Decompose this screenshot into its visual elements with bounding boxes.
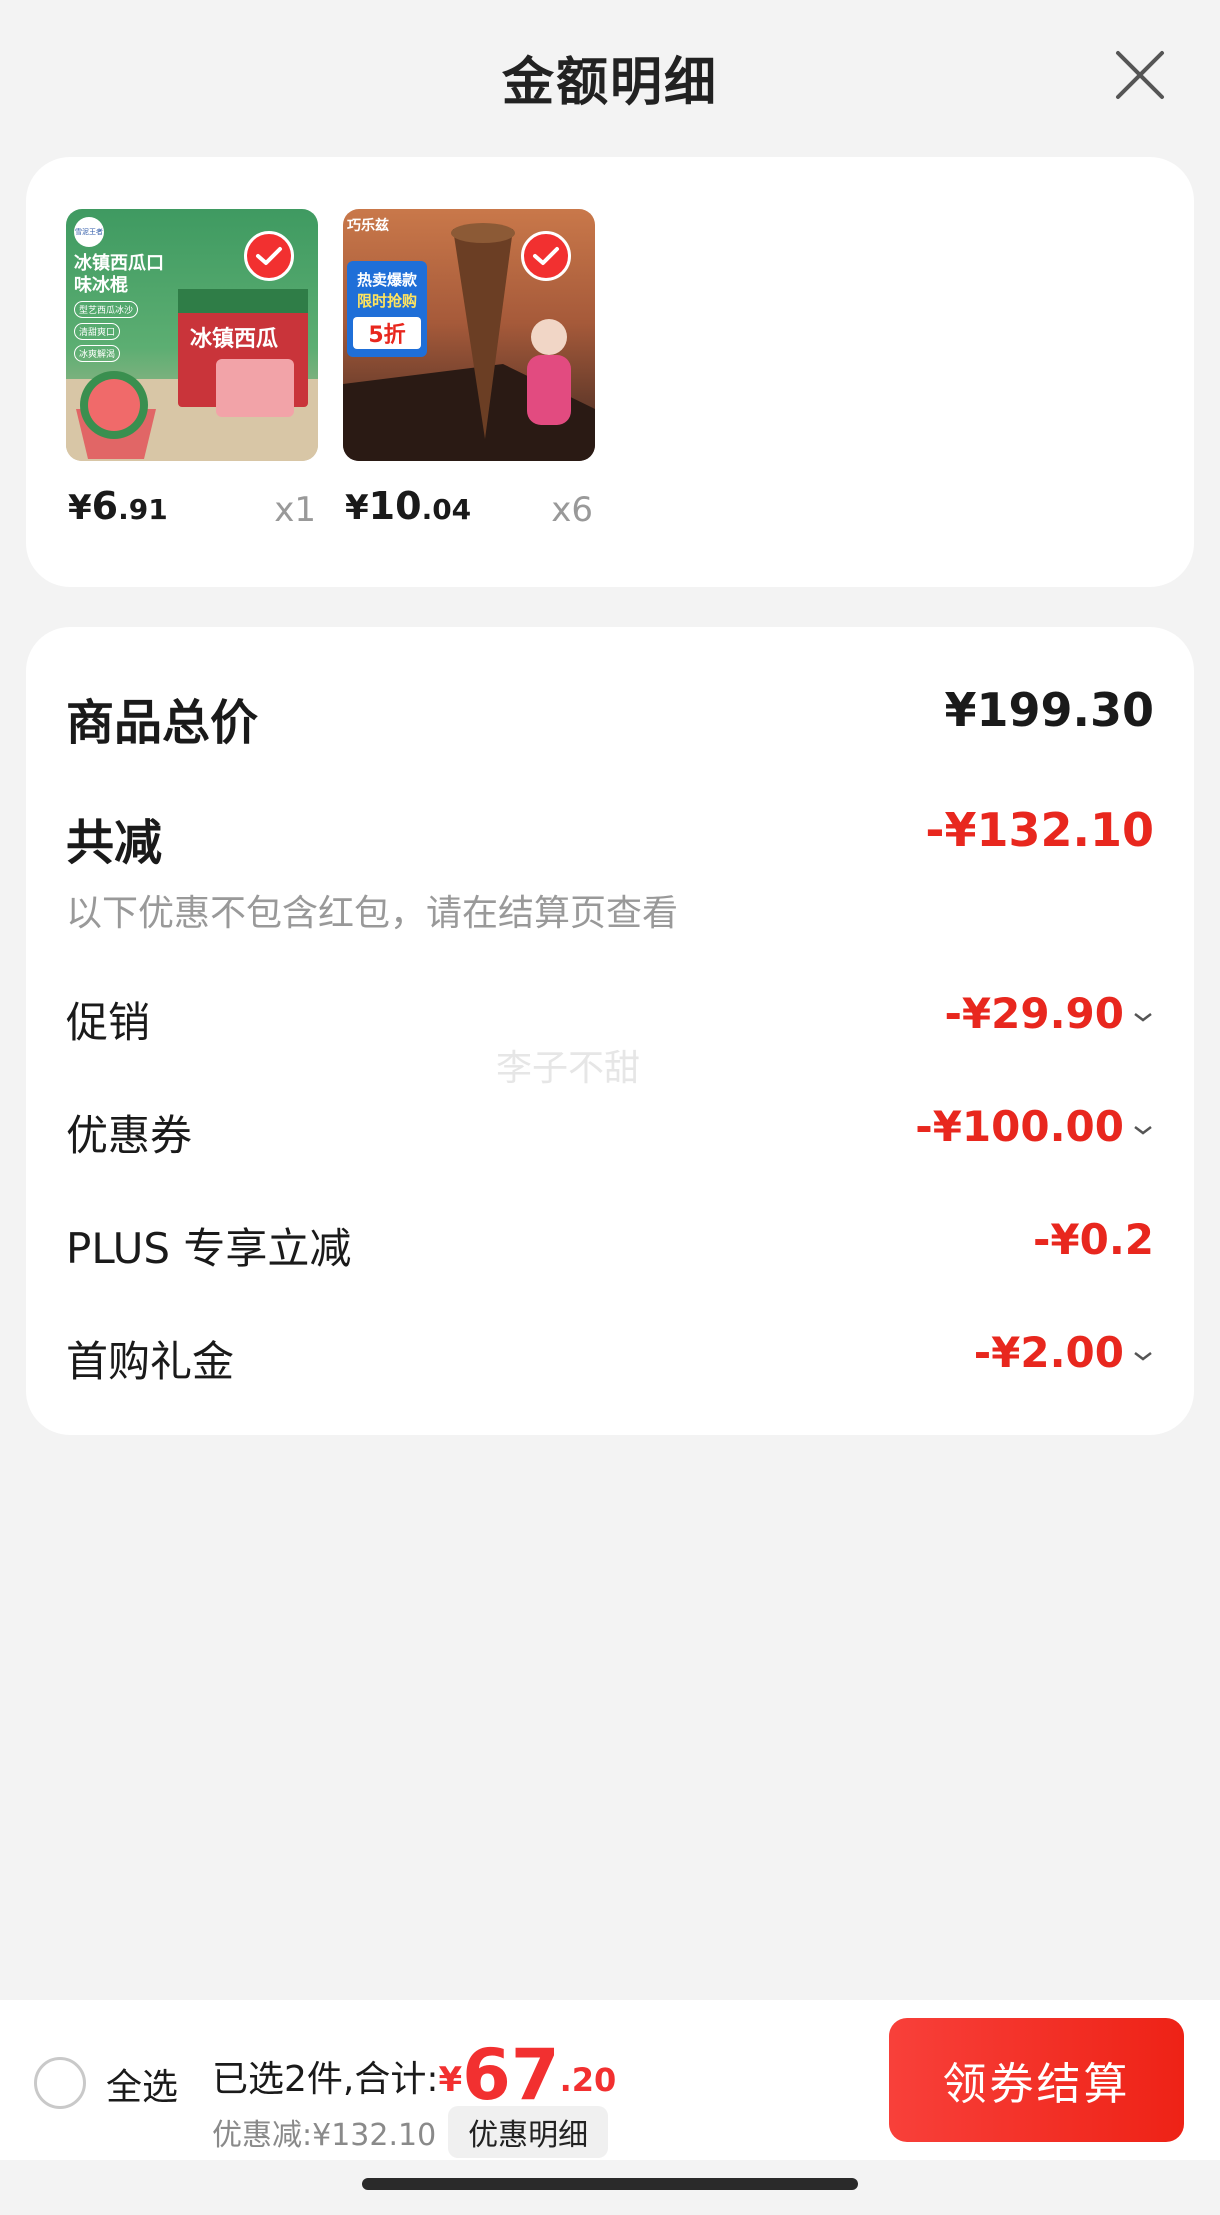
brand-mark: 雪泥王者 <box>74 217 104 247</box>
discount-row-first-purchase[interactable]: 首购礼金 -¥2.00 <box>66 1328 1154 1386</box>
discount-label: 首购礼金 <box>66 1337 235 1386</box>
product-tag: 型艺西瓜冰沙 <box>74 301 139 318</box>
total-price-row: 商品总价 ¥199.30 <box>66 683 1154 751</box>
discount-label: 促销 <box>66 998 151 1047</box>
select-all-label[interactable]: 全选 <box>106 2058 178 2110</box>
product-box-label: 冰镇西瓜 <box>190 327 279 352</box>
select-all-radio[interactable] <box>34 2057 86 2109</box>
selected-count-text: 已选2件,合计: <box>212 2059 439 2100</box>
product-tag: 冰爽解渴 <box>74 345 121 362</box>
total-reduction-label: 共减 <box>66 815 163 871</box>
total-reduction-value: -¥132.10 <box>925 803 1154 857</box>
total-price-value: ¥199.30 <box>944 683 1154 737</box>
discount-value: -¥2.00 <box>974 1328 1154 1377</box>
product-quantity: x1 <box>274 490 316 530</box>
products-card: 雪泥王者 冰镇西瓜口味冰棍 型艺西瓜冰沙 清甜爽口 冰爽解渴 冰镇西瓜 ¥6.9… <box>26 157 1194 587</box>
discount-summary: 优惠减:¥132.10 优惠明细 <box>212 2106 609 2158</box>
product-price: ¥6.91 <box>68 484 168 528</box>
discount-detail-button[interactable]: 优惠明细 <box>448 2106 609 2158</box>
product-thumbnail[interactable]: 雪泥王者 冰镇西瓜口味冰棍 型艺西瓜冰沙 清甜爽口 冰爽解渴 冰镇西瓜 <box>66 209 318 461</box>
discount-note: 以下优惠不包含红包，请在结算页查看 <box>66 893 679 934</box>
product-thumbnail[interactable]: 热卖爆款 限时抢购 5折 巧乐兹 <box>343 209 595 461</box>
product-item[interactable]: 热卖爆款 限时抢购 5折 巧乐兹 ¥10.04 x6 <box>343 209 595 530</box>
discount-row-plus: PLUS 专享立减 -¥0.2 <box>66 1215 1154 1273</box>
close-icon[interactable] <box>1110 45 1170 105</box>
product-price: ¥10.04 <box>345 484 472 528</box>
price-summary-card: 商品总价 ¥199.30 共减 -¥132.10 以下优惠不包含红包，请在结算页… <box>26 627 1194 1435</box>
total-price-label: 商品总价 <box>66 695 259 751</box>
product-price-row: ¥10.04 x6 <box>343 484 595 534</box>
chevron-down-icon <box>1134 1012 1152 1022</box>
discount-value: -¥0.2 <box>1032 1215 1154 1264</box>
product-item[interactable]: 雪泥王者 冰镇西瓜口味冰棍 型艺西瓜冰沙 清甜爽口 冰爽解渴 冰镇西瓜 ¥6.9… <box>66 209 318 530</box>
discount-amount-text: 优惠减:¥132.10 <box>212 2118 437 2153</box>
discount-label: PLUS 专享立减 <box>66 1224 352 1273</box>
selected-check-icon[interactable] <box>244 231 294 281</box>
discount-value: -¥100.00 <box>915 1102 1154 1151</box>
modal-header: 金额明细 <box>0 0 1220 150</box>
promo-banner: 热卖爆款 限时抢购 5折 <box>347 261 427 357</box>
product-cone-label: 巧乐兹 <box>347 218 389 234</box>
product-quantity: x6 <box>551 490 593 530</box>
discount-label: 优惠券 <box>66 1111 193 1160</box>
product-price-row: ¥6.91 x1 <box>66 484 318 534</box>
page-title: 金额明细 <box>501 53 718 113</box>
total-reduction-row: 共减 -¥132.10 <box>66 803 1154 871</box>
selected-check-icon[interactable] <box>521 231 571 281</box>
product-thumb-text: 冰镇西瓜口味冰棍 <box>74 253 164 296</box>
chevron-down-icon <box>1134 1125 1152 1135</box>
total-amount: 67 <box>462 2034 560 2116</box>
checkout-button[interactable]: 领券结算 <box>889 2018 1184 2142</box>
home-indicator[interactable] <box>362 2178 858 2190</box>
discount-row-promotion[interactable]: 促销 -¥29.90 <box>66 989 1154 1047</box>
discount-value: -¥29.90 <box>944 989 1154 1038</box>
checkout-bar: 全选 已选2件,合计:¥67.20 优惠减:¥132.10 优惠明细 领券结算 <box>0 2000 1220 2160</box>
selected-summary: 已选2件,合计:¥67.20 <box>212 2034 617 2116</box>
product-tag: 清甜爽口 <box>74 323 121 340</box>
discount-row-coupon[interactable]: 优惠券 -¥100.00 <box>66 1102 1154 1160</box>
chevron-down-icon <box>1134 1351 1152 1361</box>
